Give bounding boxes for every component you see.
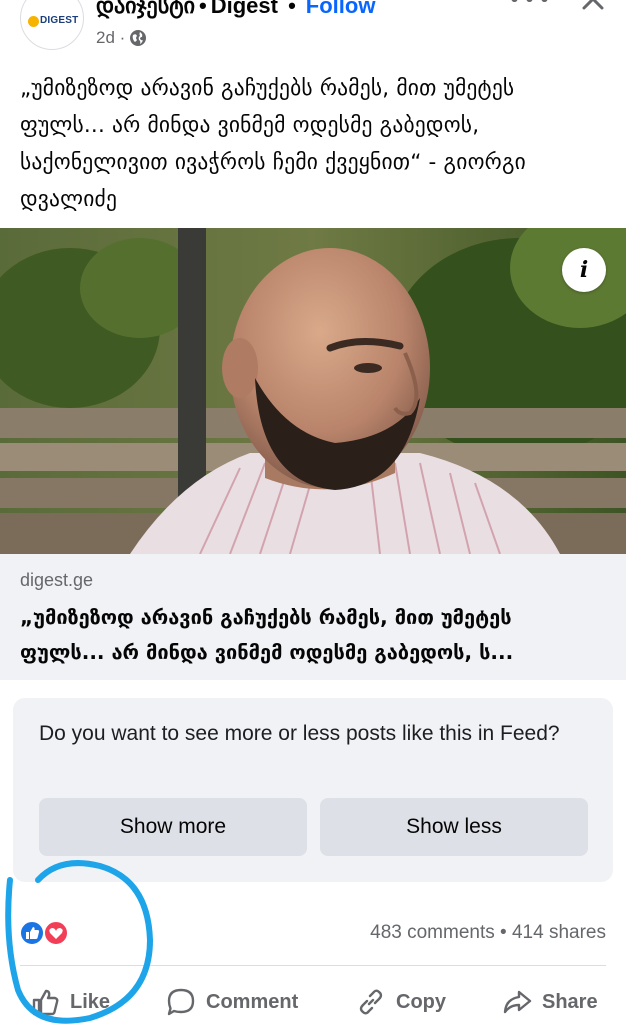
avatar-brand: DIGEST (40, 15, 79, 26)
comments-count[interactable]: 483 comments (370, 922, 495, 943)
follow-button[interactable]: Follow (306, 0, 376, 18)
more-horizontal-icon[interactable]: ••• (508, 0, 553, 13)
post-stats: 483 comments • 414 shares (370, 922, 606, 944)
share-arrow-icon (503, 990, 532, 1014)
feed-feedback-card: Do you want to see more or less posts li… (13, 698, 613, 882)
stats-dot: • (500, 922, 507, 943)
feedback-question: Do you want to see more or less posts li… (39, 722, 560, 745)
love-reaction-icon (43, 920, 69, 946)
like-reaction-icon (19, 920, 45, 946)
link-preview[interactable]: digest.ge „უმიზეზოდ არავინ გაჩუქებს რამე… (0, 554, 626, 680)
photo-illustration (0, 228, 626, 554)
close-icon[interactable] (578, 0, 608, 12)
link-title-line-2: ფულს... არ მინდა ვინმემ ოდესმე გაბედოს, … (20, 640, 514, 664)
copy-label: Copy (396, 990, 446, 1013)
comment-button[interactable]: Comment (166, 984, 298, 1020)
post-header: DIGEST დაიჯესტი • Digest • Follow ••• 2d · (0, 0, 626, 62)
comment-bubble-icon (167, 988, 195, 1016)
copy-link-button[interactable]: Copy (356, 984, 446, 1020)
link-title-line-1: „უმიზეზოდ არავინ გაჩუქებს რამეს, მით უმე… (20, 605, 512, 629)
post-photo[interactable] (0, 228, 626, 554)
link-title: „უმიზეზოდ არავინ გაჩუქებს რამეს, მით უმე… (20, 600, 610, 670)
action-divider (20, 965, 606, 966)
share-label: Share (542, 990, 598, 1013)
thumbs-up-icon (32, 989, 59, 1016)
shares-count[interactable]: 414 shares (512, 922, 606, 943)
link-domain: digest.ge (20, 570, 94, 590)
follow-separator: • (288, 0, 296, 18)
show-more-button[interactable]: Show more (39, 798, 307, 856)
globe-icon (130, 30, 147, 46)
like-button[interactable]: Like (30, 984, 110, 1020)
page-name[interactable]: დაიჯესტი (96, 0, 195, 18)
like-label: Like (70, 990, 111, 1013)
post-meta: 2d · (96, 28, 147, 48)
share-button[interactable]: Share (502, 984, 598, 1020)
post-time[interactable]: 2d · (96, 28, 125, 48)
info-icon[interactable]: i (562, 248, 606, 292)
reaction-icons[interactable] (18, 920, 74, 946)
logo-dot (28, 16, 39, 27)
show-less-button[interactable]: Show less (320, 798, 588, 856)
page-avatar[interactable]: DIGEST (20, 0, 84, 50)
comment-label: Comment (206, 990, 299, 1013)
page-name-en[interactable]: Digest (211, 0, 278, 18)
post-text: „უმიზეზოდ არავინ გაჩუქებს რამეს, მით უმე… (20, 76, 527, 212)
page-title-line: დაიჯესტი • Digest • Follow (96, 0, 375, 19)
title-separator: • (199, 0, 207, 18)
link-chain-icon (359, 989, 383, 1015)
